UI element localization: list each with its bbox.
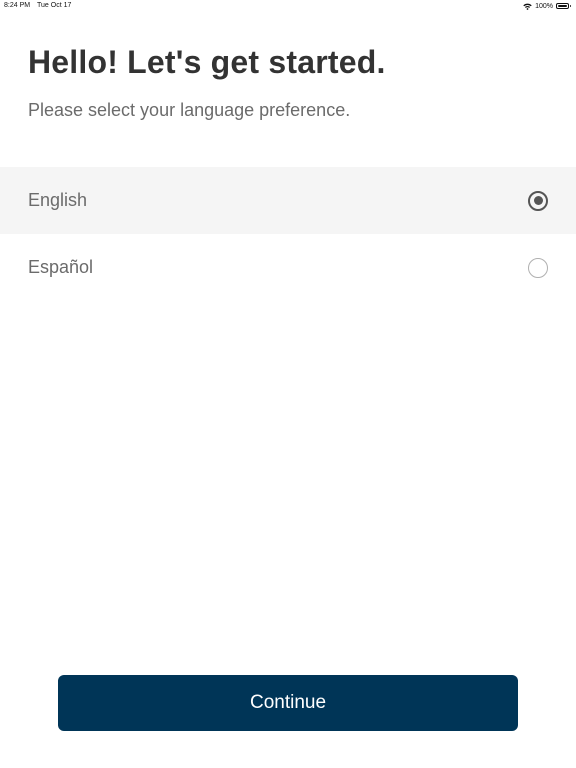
page-subtitle: Please select your language preference.: [28, 100, 351, 120]
wifi-icon: [523, 3, 532, 10]
status-indicators: 100%: [523, 1, 571, 11]
language-list: English Español: [0, 167, 576, 301]
status-bar: 8:24 PM Tue Oct 17 100%: [0, 0, 576, 12]
language-label: English: [28, 190, 88, 210]
battery-icon: [556, 3, 571, 9]
language-label: Español: [28, 257, 94, 277]
page-title: Hello! Let's get started.: [28, 44, 386, 80]
status-date: Tue Oct 17: [37, 2, 72, 9]
battery-percentage: 100%: [535, 2, 553, 10]
continue-button[interactable]: Continue: [58, 675, 518, 731]
language-option-espanol[interactable]: Español: [0, 234, 576, 301]
radio-selected-icon[interactable]: [528, 190, 548, 211]
radio-unselected-icon[interactable]: [528, 257, 548, 278]
status-time: 8:24 PM: [4, 2, 31, 9]
language-option-english[interactable]: English: [0, 167, 576, 234]
